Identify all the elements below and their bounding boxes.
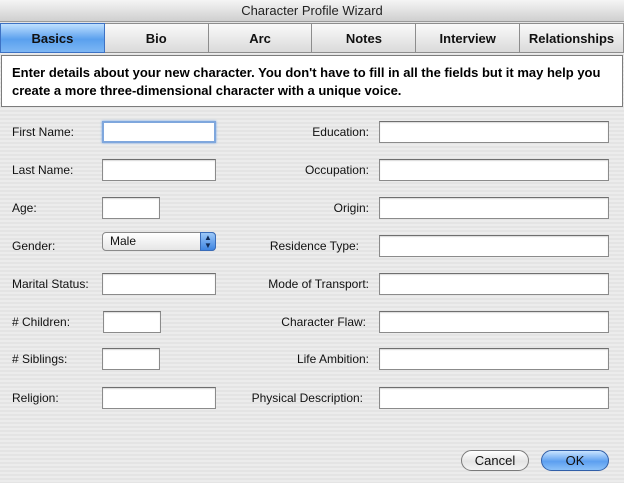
religion-label: Religion:: [12, 391, 59, 405]
intro-text: Enter details about your new character. …: [1, 55, 623, 107]
occupation-field[interactable]: [379, 159, 609, 181]
children-field[interactable]: [103, 311, 161, 333]
character-flaw-field[interactable]: [379, 311, 609, 333]
origin-field[interactable]: [379, 197, 609, 219]
window-title: Character Profile Wizard: [0, 0, 624, 22]
education-label: Education:: [312, 125, 369, 139]
tab-arc[interactable]: Arc: [208, 23, 313, 53]
mode-of-transport-label: Mode of Transport:: [268, 277, 369, 291]
age-label: Age:: [12, 201, 37, 215]
religion-field[interactable]: [102, 387, 216, 409]
residence-type-label: Residence Type:: [269, 239, 359, 253]
cancel-button[interactable]: Cancel: [461, 450, 529, 471]
marital-status-label: Marital Status:: [12, 277, 89, 291]
origin-label: Origin:: [333, 201, 369, 215]
ok-button[interactable]: OK: [541, 450, 609, 471]
life-ambition-label: Life Ambition:: [296, 352, 369, 366]
siblings-field[interactable]: [102, 348, 160, 370]
tab-relationships[interactable]: Relationships: [520, 23, 624, 53]
mode-of-transport-field[interactable]: [379, 273, 609, 295]
tab-notes[interactable]: Notes: [312, 23, 417, 53]
last-name-label: Last Name:: [12, 163, 74, 177]
residence-type-field[interactable]: [379, 235, 609, 257]
gender-select[interactable]: Male ▲ ▼: [102, 232, 216, 251]
life-ambition-field[interactable]: [379, 348, 609, 370]
occupation-label: Occupation:: [304, 163, 369, 177]
physical-description-label: Physical Description:: [251, 391, 363, 405]
profile-wizard-window: Character Profile Wizard Basics Bio Arc …: [0, 0, 624, 483]
last-name-field[interactable]: [102, 159, 216, 181]
gender-label: Gender:: [12, 239, 56, 253]
tab-bio[interactable]: Bio: [104, 23, 209, 53]
age-field[interactable]: [102, 197, 160, 219]
tab-bar: Basics Bio Arc Notes Interview Relations…: [0, 23, 624, 53]
education-field[interactable]: [379, 121, 609, 143]
physical-description-field[interactable]: [379, 387, 609, 409]
children-label: # Children:: [12, 315, 71, 329]
first-name-field[interactable]: [102, 121, 216, 143]
siblings-label: # Siblings:: [12, 352, 68, 366]
marital-status-field[interactable]: [102, 273, 216, 295]
gender-select-value: Male: [110, 234, 137, 248]
tab-interview[interactable]: Interview: [416, 23, 521, 53]
first-name-label: First Name:: [12, 125, 75, 139]
tab-basics[interactable]: Basics: [0, 23, 105, 53]
character-flaw-label: Character Flaw:: [281, 315, 366, 329]
